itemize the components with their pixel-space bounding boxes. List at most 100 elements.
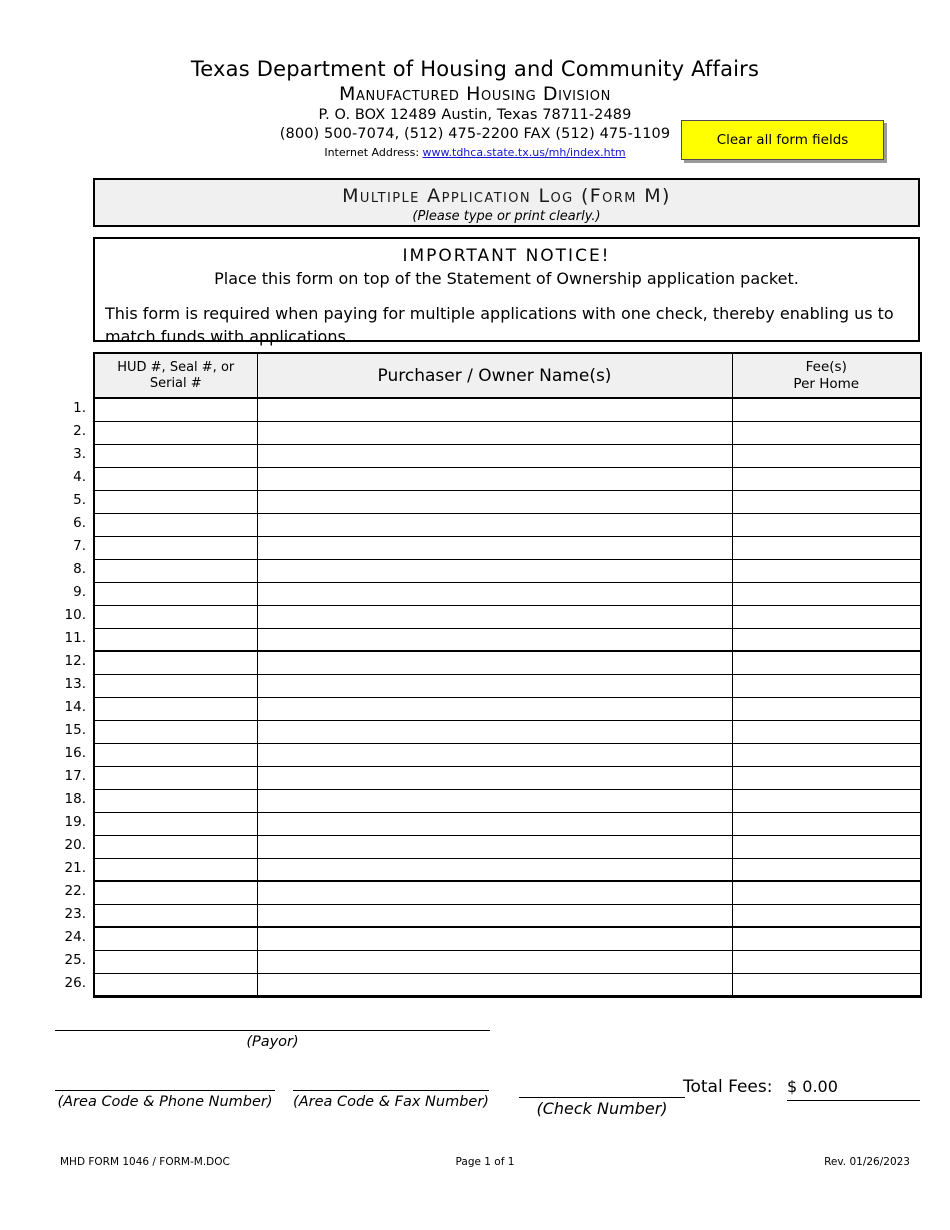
website-link[interactable]: www.tdhca.state.tx.us/mh/index.htm: [423, 146, 626, 159]
cell-purchaser-owner[interactable]: [256, 627, 733, 652]
cell-hud-serial[interactable]: [93, 834, 258, 859]
cell-purchaser-owner[interactable]: [256, 581, 733, 606]
cell-hud-serial[interactable]: [93, 397, 258, 422]
cell-fee[interactable]: [731, 903, 922, 928]
cell-hud-serial[interactable]: [93, 742, 258, 767]
cell-purchaser-owner[interactable]: [256, 397, 733, 422]
row-number: 22.: [64, 883, 86, 899]
cell-hud-serial[interactable]: [93, 972, 258, 998]
cell-hud-serial[interactable]: [93, 420, 258, 445]
cell-purchaser-owner[interactable]: [256, 466, 733, 491]
cell-hud-serial[interactable]: [93, 788, 258, 813]
cell-purchaser-owner[interactable]: [256, 512, 733, 537]
cell-fee[interactable]: [731, 604, 922, 629]
cell-purchaser-owner[interactable]: [256, 949, 733, 974]
cell-fee[interactable]: [731, 443, 922, 468]
cell-fee[interactable]: [731, 489, 922, 514]
cell-purchaser-owner[interactable]: [256, 765, 733, 790]
cell-fee[interactable]: [731, 765, 922, 790]
cell-fee[interactable]: [731, 558, 922, 583]
notice-heading: IMPORTANT NOTICE!: [402, 246, 611, 266]
cell-fee[interactable]: [731, 420, 922, 445]
cell-purchaser-owner[interactable]: [256, 719, 733, 744]
cell-purchaser-owner[interactable]: [256, 558, 733, 583]
cell-hud-serial[interactable]: [93, 604, 258, 629]
cell-purchaser-owner[interactable]: [256, 926, 733, 951]
cell-fee[interactable]: [731, 535, 922, 560]
cell-hud-serial[interactable]: [93, 443, 258, 468]
cell-hud-serial[interactable]: [93, 627, 258, 652]
row-number: 4.: [73, 469, 86, 485]
table-row: [93, 857, 922, 882]
cell-fee[interactable]: [731, 949, 922, 974]
cell-fee[interactable]: [731, 581, 922, 606]
phone-field-group: (Area Code & Phone Number): [55, 1090, 275, 1112]
table-row: [93, 880, 922, 905]
cell-fee[interactable]: [731, 811, 922, 836]
cell-fee[interactable]: [731, 857, 922, 882]
cell-fee[interactable]: [731, 397, 922, 422]
cell-hud-serial[interactable]: [93, 949, 258, 974]
cell-purchaser-owner[interactable]: [256, 742, 733, 767]
cell-purchaser-owner[interactable]: [256, 420, 733, 445]
cell-hud-serial[interactable]: [93, 765, 258, 790]
cell-purchaser-owner[interactable]: [256, 489, 733, 514]
form-title-band: Multiple Application Log (Form M) (Pleas…: [93, 178, 920, 227]
table-row: [93, 903, 922, 928]
cell-purchaser-owner[interactable]: [256, 604, 733, 629]
cell-fee[interactable]: [731, 834, 922, 859]
cell-fee[interactable]: [731, 512, 922, 537]
cell-fee[interactable]: [731, 926, 922, 951]
cell-purchaser-owner[interactable]: [256, 696, 733, 721]
table-row: [93, 535, 922, 560]
row-number: 12.: [64, 653, 86, 669]
footer-page-number: Page 1 of 1: [455, 1156, 515, 1168]
cell-purchaser-owner[interactable]: [256, 880, 733, 905]
cell-hud-serial[interactable]: [93, 489, 258, 514]
cell-hud-serial[interactable]: [93, 719, 258, 744]
cell-purchaser-owner[interactable]: [256, 650, 733, 675]
cell-purchaser-owner[interactable]: [256, 443, 733, 468]
cell-hud-serial[interactable]: [93, 650, 258, 675]
cell-hud-serial[interactable]: [93, 581, 258, 606]
cell-hud-serial[interactable]: [93, 903, 258, 928]
cell-purchaser-owner[interactable]: [256, 811, 733, 836]
cell-fee[interactable]: [731, 742, 922, 767]
cell-hud-serial[interactable]: [93, 466, 258, 491]
cell-fee[interactable]: [731, 788, 922, 813]
fax-field-group: (Area Code & Fax Number): [293, 1090, 489, 1112]
cell-fee[interactable]: [731, 719, 922, 744]
cell-hud-serial[interactable]: [93, 880, 258, 905]
cell-hud-serial[interactable]: [93, 558, 258, 583]
table-row: [93, 719, 922, 744]
cell-fee[interactable]: [731, 650, 922, 675]
cell-hud-serial[interactable]: [93, 535, 258, 560]
cell-purchaser-owner[interactable]: [256, 857, 733, 882]
clear-all-form-fields-button[interactable]: Clear all form fields: [681, 120, 884, 160]
row-number-gutter: 1. 2. 3. 4. 5. 6. 7. 8. 9. 10. 11. 12. 13. 14. 15. 16. 1…: [40, 397, 86, 995]
cell-purchaser-owner[interactable]: [256, 834, 733, 859]
cell-fee[interactable]: [731, 972, 922, 998]
total-fees-value: $ 0.00: [787, 1076, 920, 1101]
cell-fee[interactable]: [731, 466, 922, 491]
cell-hud-serial[interactable]: [93, 696, 258, 721]
cell-fee[interactable]: [731, 627, 922, 652]
cell-purchaser-owner[interactable]: [256, 903, 733, 928]
cell-hud-serial[interactable]: [93, 673, 258, 698]
cell-fee[interactable]: [731, 880, 922, 905]
division-name: Manufactured Housing Division: [339, 83, 611, 105]
cell-fee[interactable]: [731, 673, 922, 698]
cell-purchaser-owner[interactable]: [256, 788, 733, 813]
cell-purchaser-owner[interactable]: [256, 535, 733, 560]
cell-fee[interactable]: [731, 696, 922, 721]
cell-hud-serial[interactable]: [93, 811, 258, 836]
form-title: Multiple Application Log (Form M): [342, 185, 671, 207]
cell-purchaser-owner[interactable]: [256, 972, 733, 998]
cell-purchaser-owner[interactable]: [256, 673, 733, 698]
row-number: 13.: [64, 676, 86, 692]
table-row: [93, 788, 922, 813]
footer-revision: Rev. 01/26/2023: [824, 1156, 910, 1168]
cell-hud-serial[interactable]: [93, 926, 258, 951]
cell-hud-serial[interactable]: [93, 857, 258, 882]
cell-hud-serial[interactable]: [93, 512, 258, 537]
